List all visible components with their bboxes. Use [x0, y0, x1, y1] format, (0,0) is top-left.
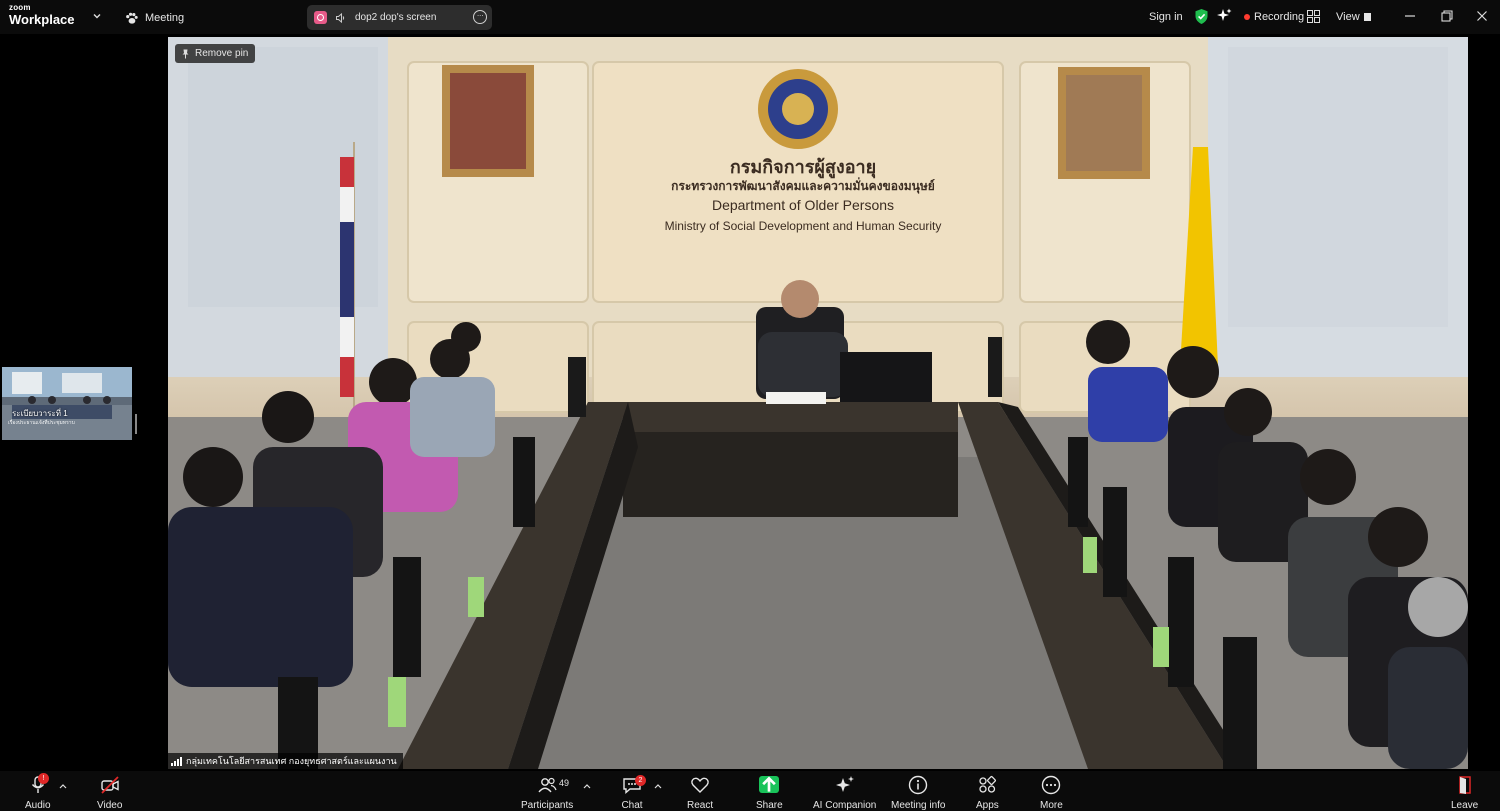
video-label: Video — [97, 800, 123, 811]
close-icon[interactable] — [1474, 8, 1490, 24]
apps-label: Apps — [976, 800, 999, 811]
recording-indicator[interactable]: Recording — [1244, 9, 1304, 25]
chat-caret-icon[interactable] — [654, 783, 662, 789]
video-button[interactable]: Video — [97, 774, 122, 811]
share-label: Share — [756, 800, 783, 811]
meeting-controls: Audio ! Video Participants 49 Chat 2 Rea… — [0, 771, 1500, 811]
ai-sparkle-icon — [835, 776, 854, 792]
more-label: More — [1040, 800, 1063, 811]
recording-dot-icon — [1244, 14, 1250, 20]
sign-in-button[interactable]: Sign in — [1149, 9, 1183, 25]
pinned-video[interactable]: กรมกิจการผู้สูงอายุ กระทรวงการพัฒนาสังคม… — [168, 37, 1468, 769]
wall-thai-subtitle: กระทรวงการพัฒนาสังคมและความมั่นคงของมนุษ… — [671, 179, 935, 193]
paw-icon — [126, 12, 138, 24]
audio-warning-badge: ! — [38, 773, 49, 784]
gallery-grid-icon[interactable] — [1307, 10, 1320, 23]
resize-handle[interactable] — [135, 414, 137, 434]
pin-icon — [182, 49, 189, 58]
share-title: dop2 dop's screen — [355, 12, 437, 23]
video-off-icon — [101, 776, 119, 794]
remove-pin-button[interactable]: Remove pin — [175, 44, 256, 63]
leave-door-icon — [1458, 776, 1471, 794]
recording-label: Recording — [1254, 11, 1305, 23]
meeting-label: Meeting — [145, 12, 185, 24]
speaker-icon[interactable] — [335, 12, 347, 24]
title-bar: zoom Workplace Meeting dop2 dop's screen… — [0, 0, 1500, 34]
apps-icon — [979, 776, 997, 793]
ai-companion-button[interactable]: AI Companion — [813, 774, 876, 811]
view-layout-icon — [1363, 13, 1371, 21]
participants-caret-icon[interactable] — [583, 783, 591, 789]
react-button[interactable]: React — [687, 774, 713, 811]
audio-label: Audio — [25, 800, 51, 811]
ai-sparkle-icon[interactable] — [1217, 8, 1232, 23]
shared-app-icon — [314, 11, 327, 24]
participants-icon — [538, 777, 557, 793]
participant-thumbnail[interactable]: ระเบียบวาระที่ 1 เรื่องประธานแจ้งที่ประช… — [2, 367, 132, 440]
thumbnail-scene — [2, 367, 132, 440]
ai-companion-label: AI Companion — [813, 800, 877, 811]
view-menu-button[interactable]: View — [1336, 9, 1371, 25]
react-label: React — [687, 800, 714, 811]
wall-english-title: Department of Older Persons — [711, 197, 895, 213]
security-shield-icon[interactable] — [1194, 8, 1209, 25]
meeting-info-button[interactable]: Meeting info — [891, 774, 945, 811]
meeting-info-label: Meeting info — [891, 800, 946, 811]
chat-label: Chat — [621, 800, 643, 811]
remove-pin-label: Remove pin — [195, 48, 249, 59]
participants-count: 49 — [559, 778, 570, 788]
apps-button[interactable]: Apps — [976, 774, 999, 811]
leave-label: Leave — [1451, 800, 1479, 811]
wall-english-subtitle: Ministry of Social Development and Human… — [664, 219, 942, 233]
signal-strength-icon — [171, 756, 182, 766]
share-screen-icon — [759, 775, 780, 793]
participant-name: กลุ่มเทคโนโลยีสารสนเทศ กองยุทธศาสตร์และแ… — [186, 756, 397, 766]
share-screen-button[interactable]: Share — [756, 774, 783, 811]
brand-small: zoom — [9, 3, 31, 12]
view-label: View — [1336, 11, 1360, 23]
participants-label: Participants — [521, 800, 574, 811]
brand-big: Workplace — [9, 12, 75, 27]
minimize-icon[interactable] — [1402, 8, 1418, 24]
zoom-workplace-logo: zoom Workplace — [9, 3, 75, 27]
more-dots-icon — [1042, 775, 1061, 795]
heart-icon — [691, 777, 709, 793]
more-options-icon[interactable]: ··· — [473, 10, 487, 24]
audio-options-caret-icon[interactable] — [59, 783, 67, 789]
meeting-menu-button[interactable]: Meeting — [124, 9, 184, 27]
meeting-room-scene — [168, 37, 1468, 769]
thumbnail-sublabel: เรื่องประธานแจ้งที่ประชุมทราบ — [8, 420, 75, 426]
more-button[interactable]: More — [1040, 774, 1063, 811]
restore-icon[interactable] — [1439, 8, 1455, 24]
info-icon — [909, 775, 928, 795]
leave-button[interactable]: Leave — [1451, 774, 1478, 811]
screen-share-indicator[interactable]: dop2 dop's screen ··· — [307, 5, 492, 30]
chevron-down-icon[interactable] — [92, 11, 102, 21]
participant-name-label: กลุ่มเทคโนโลยีสารสนเทศ กองยุทธศาสตร์และแ… — [168, 753, 403, 769]
chat-unread-badge: 2 — [635, 775, 646, 786]
